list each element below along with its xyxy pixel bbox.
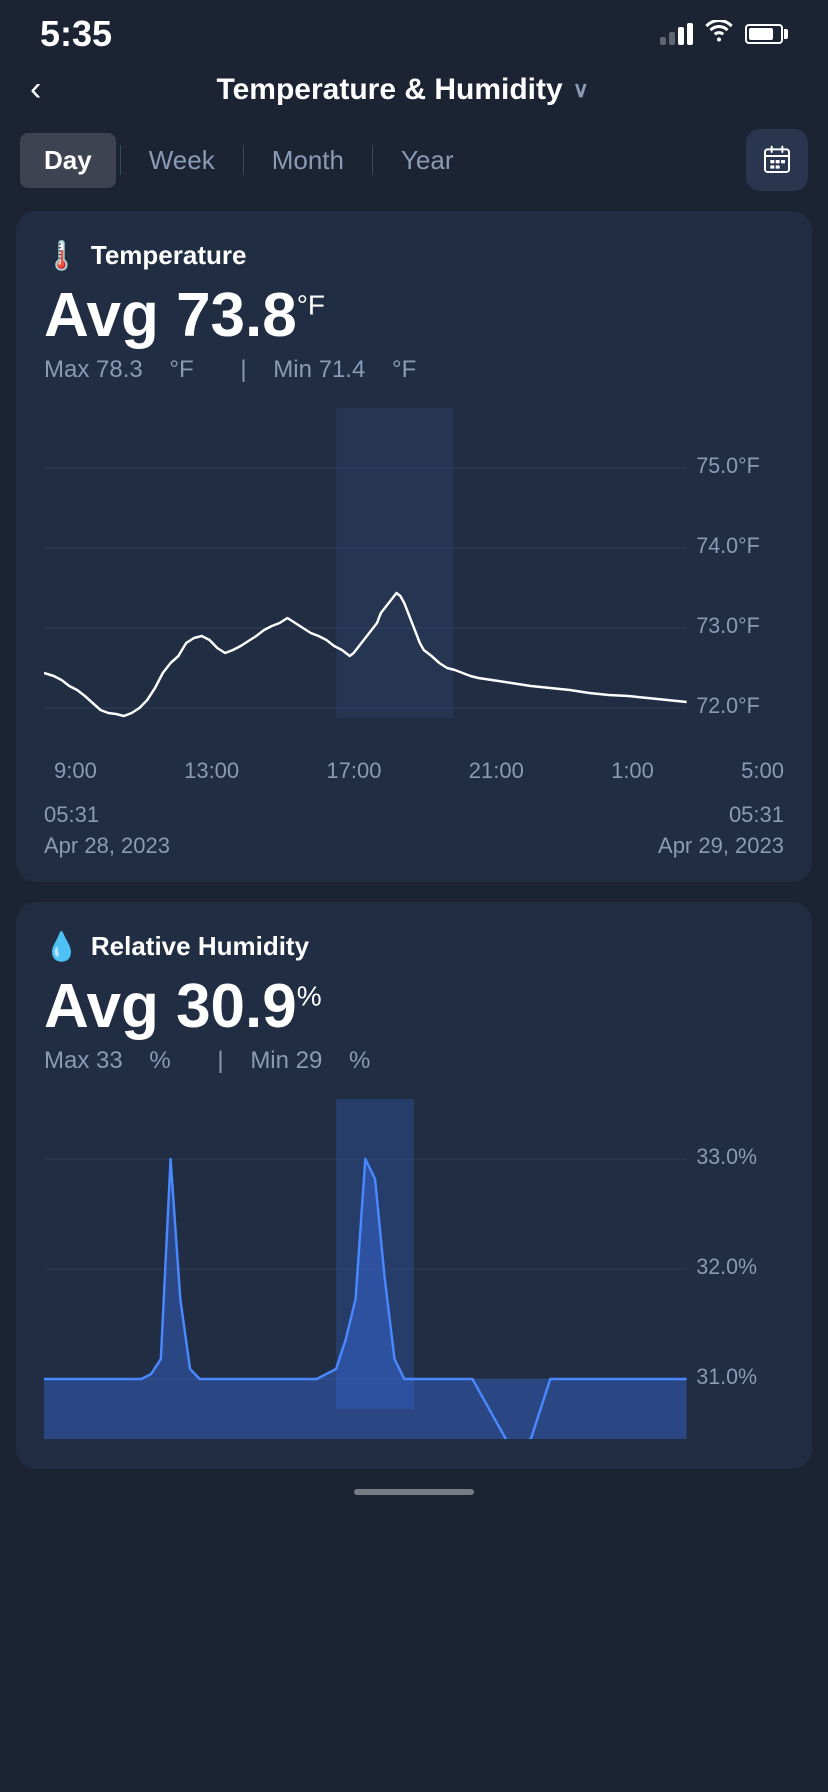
svg-text:31.0%: 31.0% bbox=[696, 1364, 757, 1389]
date-start: 05:31 Apr 28, 2023 bbox=[44, 800, 170, 862]
header: ‹ Temperature & Humidity ∨ bbox=[0, 60, 828, 129]
tab-year[interactable]: Year bbox=[377, 133, 478, 188]
battery-icon bbox=[745, 24, 788, 44]
svg-text:75.0°F: 75.0°F bbox=[696, 453, 759, 478]
temperature-minmax: Max 78.3 °F | Min 71.4 °F bbox=[44, 356, 784, 384]
svg-text:33.0%: 33.0% bbox=[696, 1144, 757, 1169]
tab-month[interactable]: Month bbox=[248, 133, 368, 188]
calendar-button[interactable] bbox=[746, 129, 808, 191]
separator-dot: | bbox=[240, 356, 246, 383]
svg-text:73.0°F: 73.0°F bbox=[696, 613, 759, 638]
time-label-2: 17:00 bbox=[326, 758, 381, 784]
calendar-icon bbox=[761, 144, 793, 176]
temperature-avg-value: Avg 73.8°F bbox=[44, 282, 784, 350]
tab-separator-3 bbox=[372, 145, 373, 175]
humidity-max: Max 33 % bbox=[44, 1047, 191, 1074]
humidity-header: 💧 Relative Humidity bbox=[44, 930, 784, 963]
thermometer-icon: 🌡️ bbox=[44, 239, 79, 272]
temperature-title: Temperature bbox=[91, 240, 247, 271]
tab-week[interactable]: Week bbox=[125, 133, 239, 188]
status-icons bbox=[660, 20, 788, 48]
status-bar: 5:35 bbox=[0, 0, 828, 60]
tab-bar: Day Week Month Year bbox=[0, 129, 828, 191]
humidity-avg-value: Avg 30.9% bbox=[44, 973, 784, 1041]
time-label-4: 1:00 bbox=[611, 758, 654, 784]
time-label-5: 5:00 bbox=[741, 758, 784, 784]
temperature-header: 🌡️ Temperature bbox=[44, 239, 784, 272]
temperature-max: Max 78.3 °F bbox=[44, 356, 214, 383]
humidity-minmax: Max 33 % | Min 29 % bbox=[44, 1047, 784, 1075]
humidity-min: Min 29 % bbox=[250, 1047, 390, 1074]
back-button[interactable]: ‹ bbox=[30, 70, 41, 109]
signal-icon bbox=[660, 23, 693, 45]
humidity-card: 💧 Relative Humidity Avg 30.9% Max 33 % |… bbox=[16, 902, 812, 1469]
temperature-date-labels: 05:31 Apr 28, 2023 05:31 Apr 29, 2023 bbox=[44, 800, 784, 862]
droplet-icon: 💧 bbox=[44, 930, 79, 963]
header-title: Temperature & Humidity ∨ bbox=[61, 73, 744, 107]
wifi-icon bbox=[705, 20, 733, 48]
svg-text:72.0°F: 72.0°F bbox=[696, 693, 759, 718]
scroll-indicator bbox=[354, 1489, 474, 1495]
temperature-chart: 75.0°F 74.0°F 73.0°F 72.0°F bbox=[44, 408, 784, 748]
tab-separator-1 bbox=[120, 145, 121, 175]
date-end: 05:31 Apr 29, 2023 bbox=[658, 800, 784, 862]
temperature-card: 🌡️ Temperature Avg 73.8°F Max 78.3 °F | … bbox=[16, 211, 812, 882]
status-time: 5:35 bbox=[40, 13, 112, 55]
temperature-min: Min 71.4 °F bbox=[273, 356, 436, 383]
svg-text:32.0%: 32.0% bbox=[696, 1254, 757, 1279]
separator-dot-2: | bbox=[217, 1047, 223, 1074]
tab-separator-2 bbox=[243, 145, 244, 175]
svg-text:74.0°F: 74.0°F bbox=[696, 533, 759, 558]
tab-day[interactable]: Day bbox=[20, 133, 116, 188]
time-label-3: 21:00 bbox=[469, 758, 524, 784]
humidity-title: Relative Humidity bbox=[91, 931, 309, 962]
temperature-time-labels: 9:00 13:00 17:00 21:00 1:00 5:00 bbox=[44, 758, 784, 784]
chevron-down-icon[interactable]: ∨ bbox=[573, 77, 589, 103]
humidity-chart: 33.0% 32.0% 31.0% bbox=[44, 1099, 784, 1439]
time-label-1: 13:00 bbox=[184, 758, 239, 784]
time-label-0: 9:00 bbox=[54, 758, 97, 784]
